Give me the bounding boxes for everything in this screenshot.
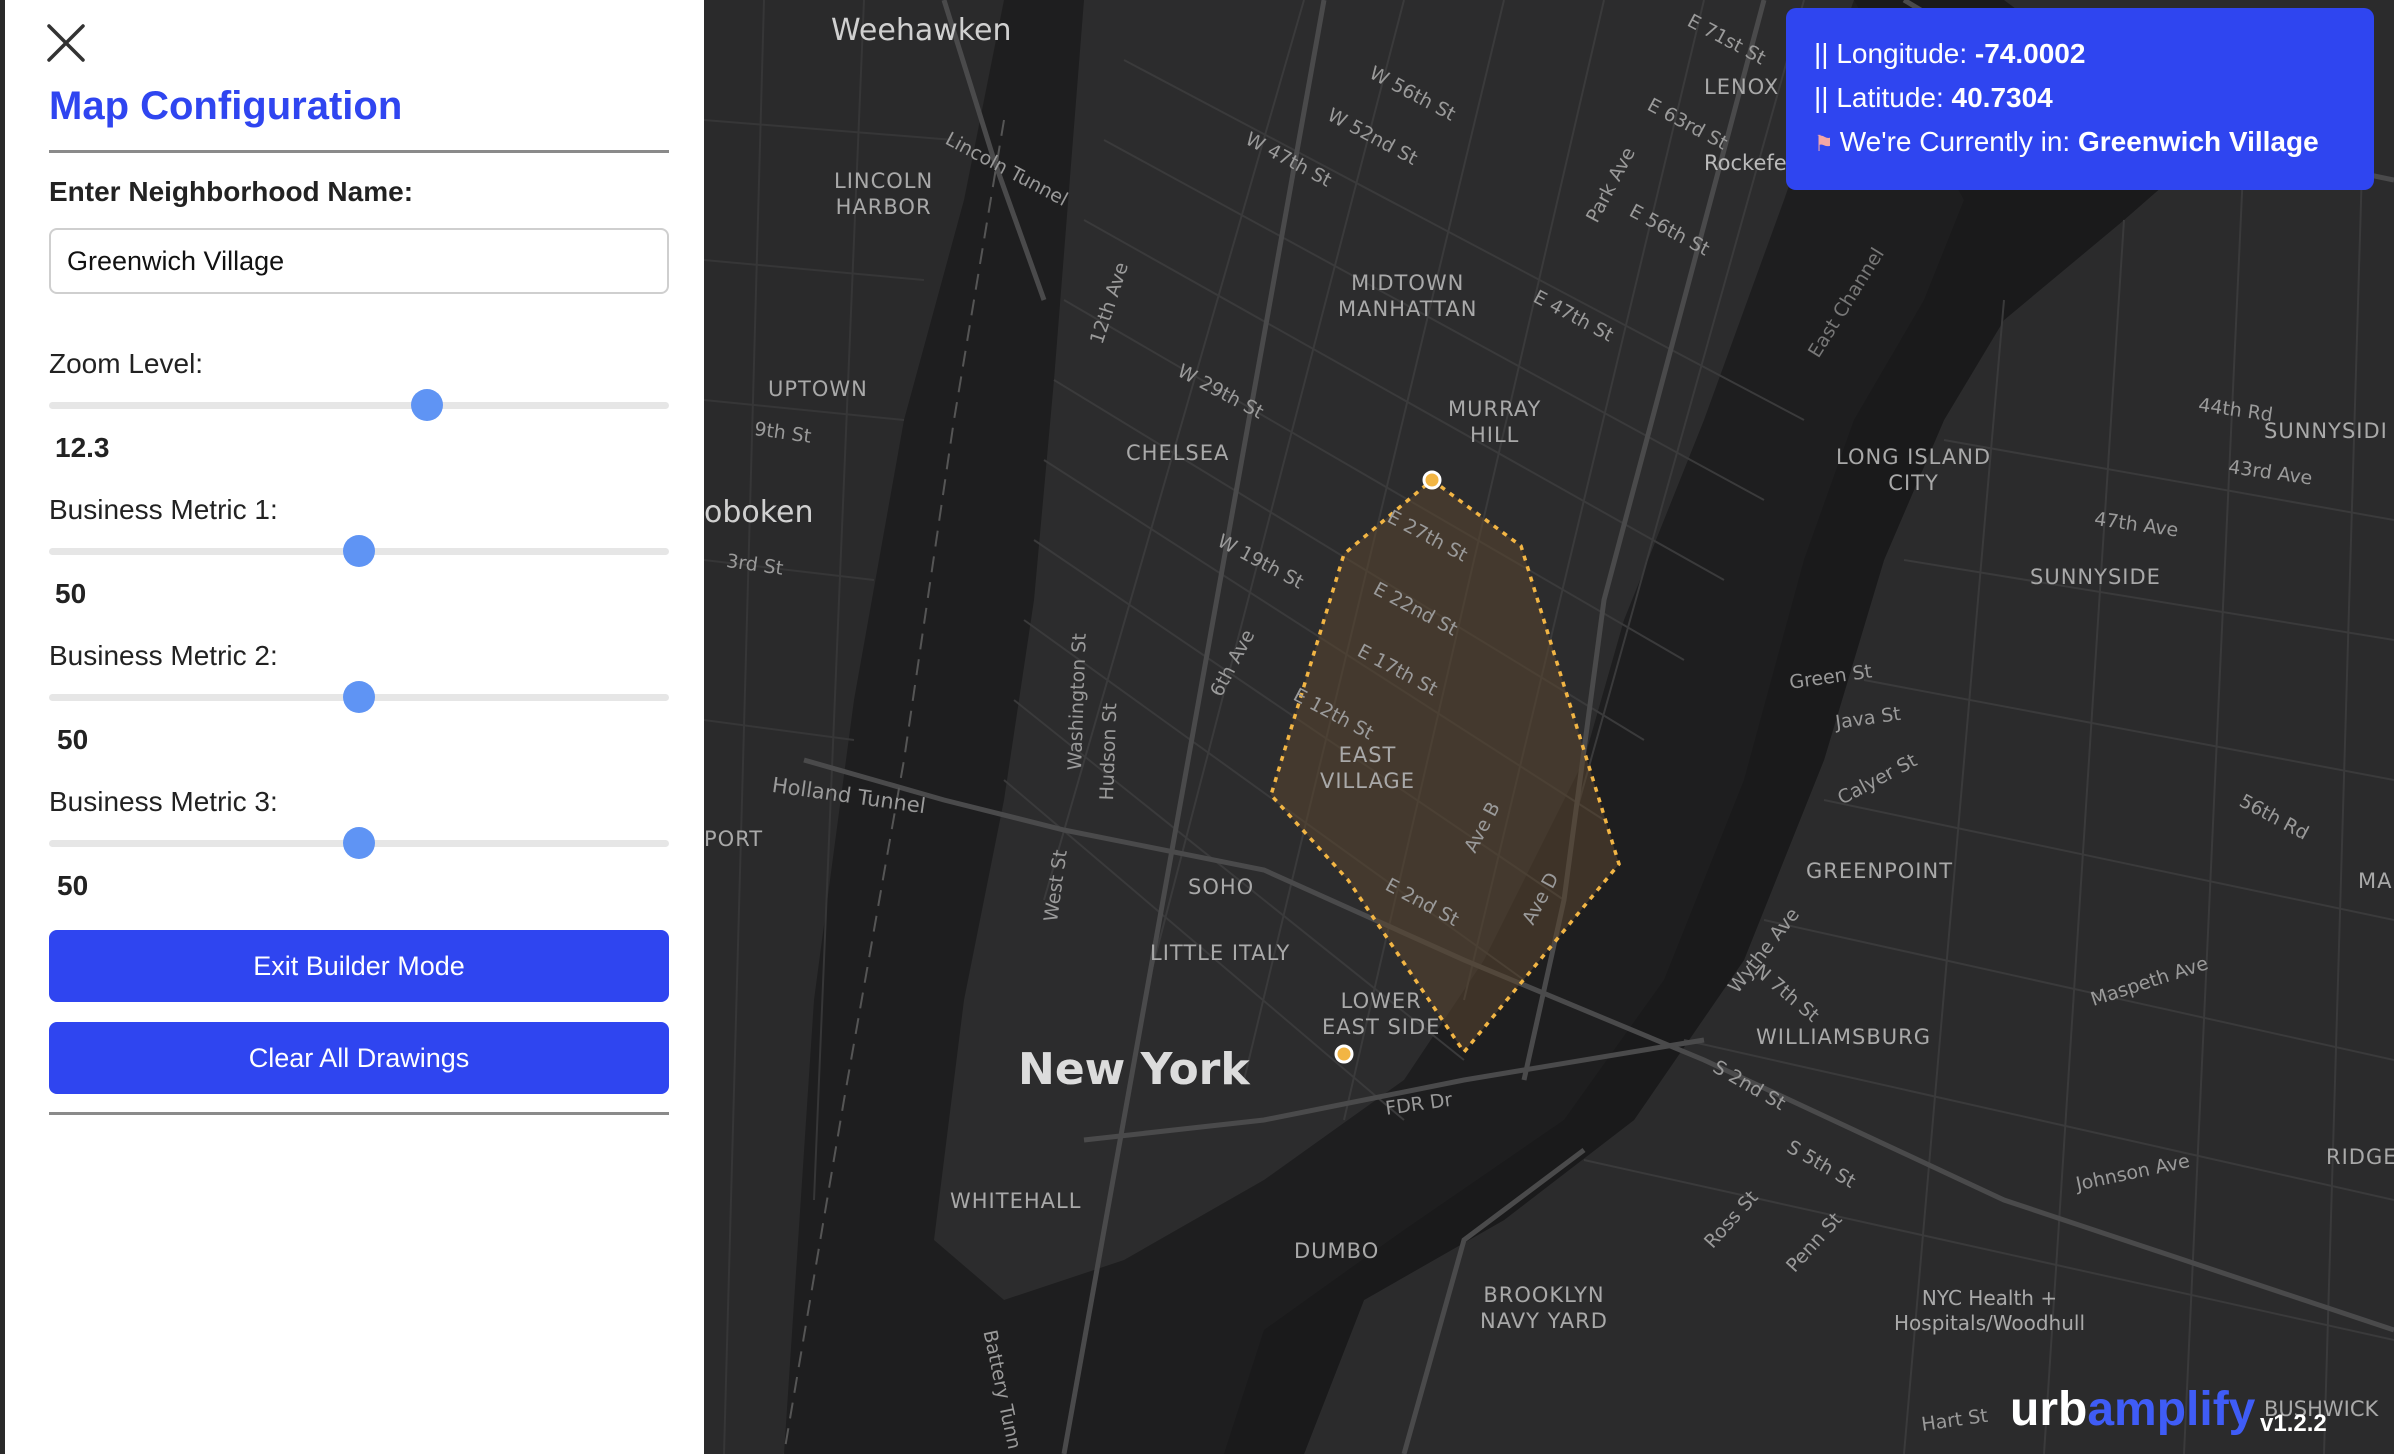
- current-location-readout: ⚑ We're Currently in: Greenwich Village: [1814, 126, 2374, 170]
- map-label-uptown: UPTOWN: [768, 377, 868, 401]
- map-label-midtown: MIDTOWN MANHATTAN: [1338, 271, 1478, 322]
- statue-of-liberty-icon: ⚑: [1814, 131, 1834, 156]
- business-metric-2-label: Business Metric 2:: [49, 640, 278, 671]
- divider: [49, 1112, 669, 1115]
- slider-thumb[interactable]: [411, 389, 444, 421]
- map-label-port: PORT: [704, 827, 764, 851]
- location-info-box: || Longitude: -74.0002 || Latitude: 40.7…: [1786, 8, 2374, 190]
- zoom-level-value: 12.3: [55, 432, 110, 463]
- neighborhood-label: Enter Neighborhood Name:: [49, 176, 414, 207]
- business-metric-1-value: 50: [55, 578, 87, 609]
- longitude-value: -74.0002: [1974, 38, 2086, 69]
- map-label-williamsburg: WILLIAMSBURG: [1756, 1025, 1932, 1049]
- map-label-ridge: RIDGE: [2326, 1145, 2394, 1169]
- zoom-level-label: Zoom Level:: [49, 348, 204, 379]
- business-metric-3-label: Business Metric 3:: [49, 786, 278, 817]
- slider-thumb[interactable]: [343, 827, 375, 859]
- neighborhood-input[interactable]: [49, 228, 669, 294]
- zoom-level-slider[interactable]: [49, 389, 669, 421]
- business-metric-1-label: Business Metric 1:: [49, 494, 278, 525]
- slider-track: [49, 402, 669, 409]
- longitude-readout: || Longitude: -74.0002: [1814, 38, 2374, 82]
- brand-logo-urb: urb: [2010, 1383, 2088, 1436]
- polygon-vertex-handle: [1422, 470, 1442, 490]
- map-label-lower-east-side: LOWER EAST SIDE: [1322, 989, 1441, 1040]
- map-label-brooklyn-navy-yard: BROOKLYN NAVY YARD: [1480, 1283, 1608, 1334]
- map-label-greenpoint: GREENPOINT: [1806, 859, 1954, 883]
- business-metric-2-value: 50: [57, 724, 89, 755]
- map-label-soho: SOHO: [1188, 875, 1255, 899]
- map-label-hoboken: oboken: [704, 495, 814, 530]
- map-label-weehawken: Weehawken: [831, 13, 1012, 48]
- map-label-sunnyside: SUNNYSIDE: [2030, 565, 2161, 589]
- map-label-lenox: LENOX: [1704, 75, 1780, 99]
- map-label-long-island-city: LONG ISLAND CITY: [1836, 445, 1992, 496]
- map-base-layer: [704, 0, 2394, 1454]
- map-configuration-panel: Map Configuration Enter Neighborhood Nam…: [0, 0, 704, 1454]
- map-label-whitehall: WHITEHALL: [950, 1189, 1082, 1213]
- map-label-sunnyside-edge: SUNNYSIDI: [2264, 419, 2388, 443]
- latitude-label: || Latitude:: [1814, 82, 1952, 113]
- map-label-east-village: EAST VILLAGE: [1320, 743, 1415, 794]
- business-metric-1-slider[interactable]: [49, 535, 669, 567]
- panel-title: Map Configuration: [49, 84, 403, 128]
- map-label-street: Washington St: [1064, 632, 1091, 771]
- map-label-chelsea: CHELSEA: [1126, 441, 1230, 465]
- divider: [49, 150, 669, 153]
- map-label-lincoln-harbor: LINCOLN HARBOR: [834, 169, 934, 220]
- map-label-new-york: New York: [1018, 1044, 1250, 1095]
- map-canvas[interactable]: Weehawken LINCOLN HARBOR Lincoln Tunnel …: [704, 0, 2394, 1454]
- close-icon[interactable]: [43, 20, 89, 66]
- clear-all-drawings-button[interactable]: Clear All Drawings: [49, 1022, 669, 1094]
- slider-thumb[interactable]: [343, 681, 375, 713]
- business-metric-3-value: 50: [57, 870, 89, 901]
- latitude-readout: || Latitude: 40.7304: [1814, 82, 2374, 126]
- polygon-vertex-handle: [1334, 1044, 1354, 1064]
- location-label: We're Currently in:: [1839, 126, 2078, 157]
- business-metric-2-slider[interactable]: [49, 681, 669, 713]
- map-label-dumbo: DUMBO: [1294, 1239, 1380, 1263]
- map-label-nyc-health: NYC Health + Hospitals/Woodhull: [1894, 1286, 2085, 1335]
- map-label-street: Hudson St: [1096, 702, 1122, 801]
- latitude-value: 40.7304: [1951, 82, 2053, 113]
- brand-logo-amplify: amplify: [2087, 1383, 2256, 1436]
- slider-thumb[interactable]: [343, 535, 375, 567]
- business-metric-3-slider[interactable]: [49, 827, 669, 859]
- location-value: Greenwich Village: [2077, 126, 2319, 157]
- exit-builder-mode-button[interactable]: Exit Builder Mode: [49, 930, 669, 1002]
- longitude-label: || Longitude:: [1814, 38, 1975, 69]
- brand-logo: urbamplify: [2010, 1382, 2255, 1437]
- version-label: v1.2.2: [2260, 1410, 2327, 1437]
- map-label-murray-hill: MURRAY HILL: [1448, 397, 1542, 448]
- map-label-little-italy: LITTLE ITALY: [1150, 941, 1291, 965]
- map-label-ma: MA: [2358, 869, 2393, 893]
